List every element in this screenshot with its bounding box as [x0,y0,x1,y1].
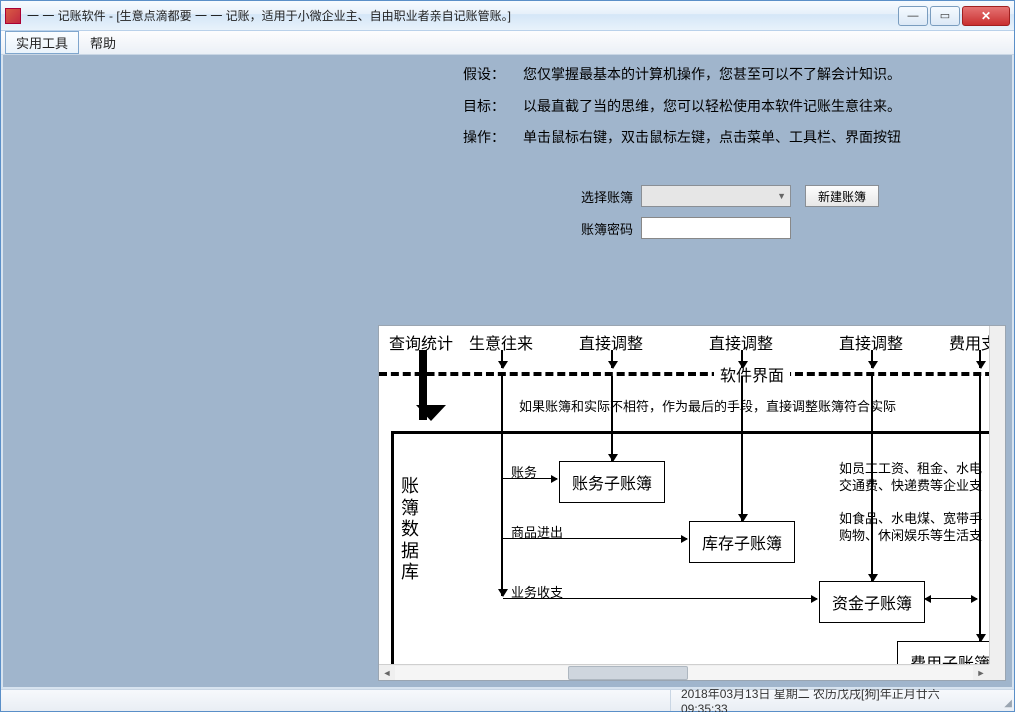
diagram-dashed-line [379,372,1005,376]
intro-block: 假设： 您仅掌握最基本的计算机操作，您甚至可以不了解会计知识。 目标： 以最直截… [463,65,1003,160]
conn-funds-label: 业务收支 [511,582,563,601]
close-icon: ✕ [981,9,991,23]
diagram-software-ui-label: 软件界面 [714,362,790,386]
ledger-form: 选择账簿 ▼ 新建账簿 账簿密码 [563,185,913,249]
maximize-button[interactable]: ▭ [930,6,960,26]
diagram-panel: 查询统计 生意往来 直接调整 直接调整 直接调整 费用支出 报 软件界面 [378,325,1006,681]
diagram-adjust-note: 如果账簿和实际不相符，作为最后的手段，直接调整账簿符合实际 [519,396,896,415]
resize-grip-icon[interactable]: ◢ [998,690,1014,711]
app-icon [5,8,21,24]
conn-accounting-label: 账务 [511,462,537,481]
ledger-password-input[interactable] [641,217,791,239]
diagram-vertical-scrollbar[interactable] [989,326,1005,664]
intro-assume-label: 假设： [463,65,523,85]
statusbar-left [1,690,671,711]
ledger-funds: 资金子账簿 [819,581,925,623]
maximize-icon: ▭ [940,9,950,22]
window-title: 一 一 记账软件 - [生意点滴都要 一 一 记账，适用于小微企业主、自由职业者… [27,7,511,24]
ledger-inventory: 库存子账簿 [689,521,795,563]
note-living-expense: 如食品、水电煤、宽带手 购物、休闲娱乐等生活支 [839,511,982,545]
chevron-down-icon: ▼ [777,191,786,201]
minimize-button[interactable]: ― [898,6,928,26]
arrow-head-adjust3-short [871,350,873,368]
ledger-accounting: 账务子账簿 [559,461,665,503]
scroll-corner [989,664,1005,680]
menu-help[interactable]: 帮助 [79,31,127,54]
select-ledger-combo[interactable]: ▼ [641,185,791,207]
new-ledger-button[interactable]: 新建账簿 [805,185,879,207]
titlebar[interactable]: 一 一 记账软件 - [生意点滴都要 一 一 记账，适用于小微企业主、自由职业者… [1,1,1014,31]
conn-funds-right [925,598,977,599]
client-area: 假设： 您仅掌握最基本的计算机操作，您甚至可以不了解会计知识。 目标： 以最直截… [1,55,1014,689]
menubar: 实用工具 帮助 [1,31,1014,55]
diagram-horizontal-scrollbar[interactable]: ◄ ► [379,664,989,680]
statusbar-datetime: 2018年03月13日 星期二 农历戊戌[狗]年正月廿六 09:35:33 [671,685,998,712]
intro-op-text: 单击鼠标右键，双击鼠标左键，点击菜单、工具栏、界面按钮 [523,128,1003,148]
ledger-password-label: 账簿密码 [563,219,633,238]
statusbar: 2018年03月13日 星期二 农历戊戌[狗]年正月廿六 09:35:33 ◢ [1,689,1014,711]
scroll-right-arrow-icon[interactable]: ► [973,665,989,681]
app-window: 一 一 记账软件 - [生意点滴都要 一 一 记账，适用于小微企业主、自由职业者… [0,0,1015,712]
arrow-head-adjust1-short [611,350,613,368]
select-ledger-label: 选择账簿 [563,187,633,206]
intro-goal-text: 以最直截了当的思维，您可以轻松使用本软件记账生意往来。 [523,97,1003,117]
scroll-thumb[interactable] [568,666,688,680]
menu-tools[interactable]: 实用工具 [5,31,79,54]
note-enterprise-expense: 如员工工资、租金、水电 交通费、快递费等企业支 [839,461,982,495]
db-vertical-label: 账簿数据库 [401,476,419,584]
scroll-left-arrow-icon[interactable]: ◄ [379,665,395,681]
intro-op-label: 操作： [463,128,523,148]
conn-inventory-label: 商品进出 [511,522,563,541]
intro-assume-text: 您仅掌握最基本的计算机操作，您甚至可以不了解会计知识。 [523,65,1003,85]
close-button[interactable]: ✕ [962,6,1010,26]
intro-goal-label: 目标： [463,97,523,117]
minimize-icon: ― [908,10,919,22]
arrow-query-stats [419,350,427,420]
arrow-head-business-short [501,350,503,368]
arrow-head-adjust2-short [741,350,743,368]
arrow-head-expense-short [979,350,981,368]
